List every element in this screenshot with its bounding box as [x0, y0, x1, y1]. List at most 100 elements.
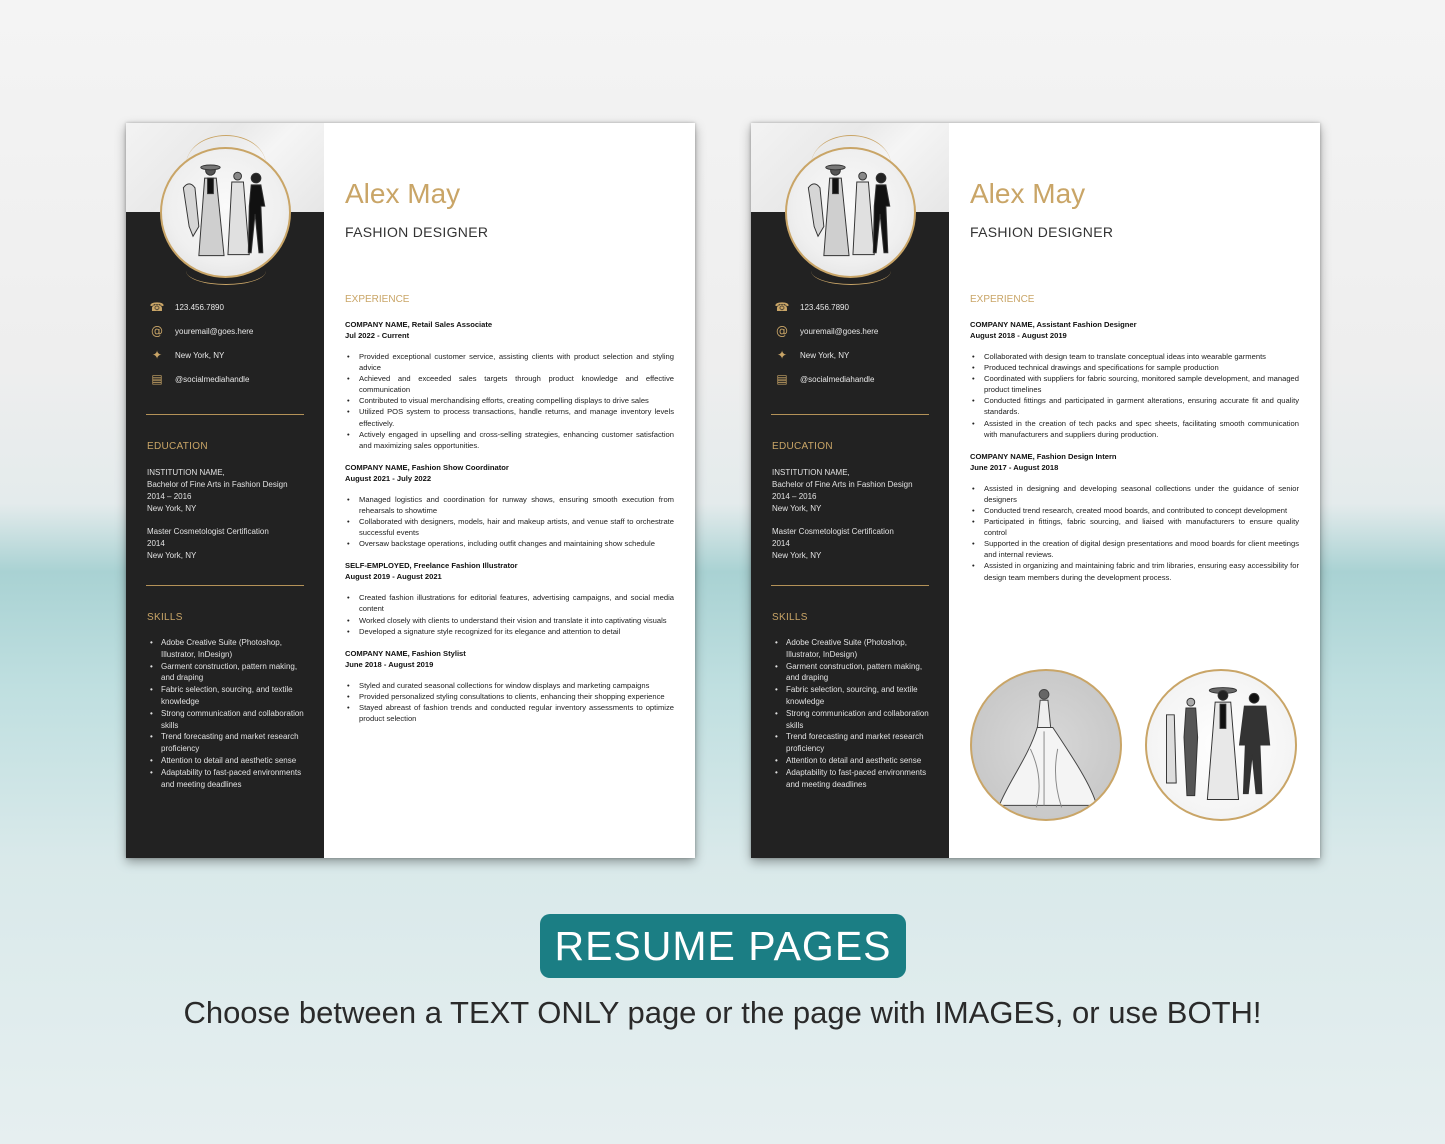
resume-page-text-only: ☎ 123.456.7890 @ youremail@goes.here ✦ N…: [126, 123, 695, 858]
skill-item: Fabric selection, sourcing, and textile …: [147, 684, 309, 708]
email-text: youremail@goes.here: [175, 326, 254, 336]
divider: [771, 585, 929, 586]
contact-list: ☎ 123.456.7890 @ youremail@goes.here ✦ N…: [773, 295, 933, 391]
group-sketch-icon: [807, 164, 891, 257]
contact-list: ☎ 123.456.7890 @ youremail@goes.here ✦ N…: [148, 295, 308, 391]
education-heading: EDUCATION: [147, 441, 208, 452]
education-line: Master Cosmetologist Certification: [772, 527, 894, 536]
phone-text: 123.456.7890: [175, 302, 224, 312]
decorative-arc-bottom: [811, 271, 891, 285]
job-bullets: Assisted in designing and developing sea…: [970, 483, 1299, 583]
job-entry: COMPANY NAME, Fashion Stylist June 2018 …: [345, 648, 674, 724]
education-entry: Master Cosmetologist Certification 2014 …: [147, 526, 317, 562]
job-dates: August 2021 - July 2022: [345, 473, 432, 483]
at-sign-icon: @: [151, 324, 163, 338]
skill-item: Strong communication and collaboration s…: [772, 708, 934, 732]
job-bullets: Provided exceptional customer service, a…: [345, 351, 674, 451]
contact-phone: ☎ 123.456.7890: [148, 295, 308, 319]
job-bullet: Coordinated with suppliers for fabric so…: [970, 373, 1299, 395]
job-bullet: Participated in fittings, fabric sourcin…: [970, 516, 1299, 538]
social-handle-text: @socialmediahandle: [800, 374, 875, 384]
candidate-name: Alex May: [345, 178, 461, 209]
job-bullet: Assisted in organizing and maintaining f…: [970, 560, 1299, 582]
divider: [146, 585, 304, 586]
resume-main-column: Alex May FASHION DESIGNER EXPERIENCE COM…: [949, 123, 1320, 858]
skill-item: Fabric selection, sourcing, and textile …: [772, 684, 934, 708]
job-dates: August 2018 - August 2019: [970, 331, 1067, 340]
education-line: New York, NY: [147, 504, 197, 513]
job-dates: June 2018 - August 2019: [345, 659, 434, 669]
skill-item: Attention to detail and aesthetic sense: [147, 755, 309, 767]
contact-phone: ☎ 123.456.7890: [773, 295, 933, 319]
fashion-sketch-portrait: [785, 147, 916, 278]
job-entry: SELF-EMPLOYED, Freelance Fashion Illustr…: [345, 560, 674, 636]
education-line: 2014 – 2016: [147, 492, 192, 501]
job-bullet: Created fashion illustrations for editor…: [345, 592, 674, 614]
education-entry: INSTITUTION NAME, Bachelor of Fine Arts …: [772, 467, 942, 515]
phone-icon: ☎: [774, 300, 790, 314]
message-icon: ▤: [776, 372, 788, 386]
job-entry: COMPANY NAME, Retail Sales Associate Jul…: [345, 319, 674, 451]
job-bullets: Collaborated with design team to transla…: [970, 351, 1299, 440]
job-entry: COMPANY NAME, Fashion Show Coordinator A…: [345, 462, 674, 550]
skill-item: Trend forecasting and market research pr…: [772, 731, 934, 755]
job-role: COMPANY NAME, Fashion Show Coordinator: [345, 462, 509, 472]
job-bullet: Utilized POS system to process transacti…: [345, 406, 674, 428]
social-handle-text: @socialmediahandle: [175, 374, 250, 384]
job-bullet: Styled and curated seasonal collections …: [345, 680, 674, 691]
job-bullet: Actively engaged in upselling and cross-…: [345, 429, 674, 451]
gown-figure-icon: [998, 689, 1098, 808]
skill-item: Adaptability to fast-paced environments …: [772, 767, 934, 791]
job-dates: Jul 2022 - Current: [345, 331, 410, 340]
runway-sketch-image: [1145, 669, 1297, 821]
contact-location: ✦ New York, NY: [773, 343, 933, 367]
job-bullets: Styled and curated seasonal collections …: [345, 680, 674, 724]
job-bullet: Oversaw backstage operations, including …: [345, 538, 674, 549]
resume-page-with-images: ☎ 123.456.7890 @ youremail@goes.here ✦ N…: [751, 123, 1320, 858]
experience-list: COMPANY NAME, Retail Sales Associate Jul…: [345, 319, 674, 735]
skill-item: Trend forecasting and market research pr…: [147, 731, 309, 755]
banner-label: RESUME PAGES: [554, 922, 892, 969]
message-icon: ▤: [151, 372, 163, 386]
phone-text: 123.456.7890: [800, 302, 849, 312]
experience-heading: EXPERIENCE: [345, 294, 410, 305]
job-bullets: Managed logistics and coordination for r…: [345, 494, 674, 550]
job-bullet: Conducted fittings and participated in g…: [970, 395, 1299, 417]
skills-heading: SKILLS: [147, 612, 183, 623]
education-line: 2014 – 2016: [772, 492, 817, 501]
job-bullet: Collaborated with designers, models, hai…: [345, 516, 674, 538]
candidate-name: Alex May: [970, 178, 1086, 209]
contact-email: @ youremail@goes.here: [773, 319, 933, 343]
candidate-title: FASHION DESIGNER: [970, 224, 1114, 240]
contact-social: ▤ @socialmediahandle: [773, 367, 933, 391]
divider: [146, 414, 304, 415]
experience-heading: EXPERIENCE: [970, 294, 1035, 305]
job-bullet: Developed a signature style recognized f…: [345, 626, 674, 637]
pushpin-icon: ✦: [151, 348, 163, 362]
education-entry: Master Cosmetologist Certification 2014 …: [772, 526, 942, 562]
decorative-arc-bottom: [186, 271, 266, 285]
divider: [771, 414, 929, 415]
runway-figures-icon: [1165, 687, 1271, 801]
contact-social: ▤ @socialmediahandle: [148, 367, 308, 391]
email-text: youremail@goes.here: [800, 326, 879, 336]
fashion-sketch-portrait: [160, 147, 291, 278]
job-bullet: Produced technical drawings and specific…: [970, 362, 1299, 373]
skill-item: Attention to detail and aesthetic sense: [772, 755, 934, 767]
education-line: Bachelor of Fine Arts in Fashion Design: [772, 480, 913, 489]
job-role: COMPANY NAME, Retail Sales Associate: [345, 320, 493, 329]
skills-list: Adobe Creative Suite (Photoshop, Illustr…: [147, 637, 309, 790]
phone-icon: ☎: [149, 300, 165, 314]
skill-item: Adobe Creative Suite (Photoshop, Illustr…: [147, 637, 309, 661]
resume-sidebar: ☎ 123.456.7890 @ youremail@goes.here ✦ N…: [126, 123, 324, 858]
education-line: Master Cosmetologist Certification: [147, 527, 269, 536]
job-role: COMPANY NAME, Assistant Fashion Designer: [970, 320, 1137, 329]
skill-item: Strong communication and collaboration s…: [147, 708, 309, 732]
education-line: INSTITUTION NAME,: [772, 468, 850, 477]
education-line: New York, NY: [147, 551, 197, 560]
education-entry: INSTITUTION NAME, Bachelor of Fine Arts …: [147, 467, 317, 515]
job-dates: August 2019 - August 2021: [345, 572, 442, 582]
job-bullet: Provided personalized styling consultati…: [345, 691, 674, 702]
job-bullet: Contributed to visual merchandising effo…: [345, 395, 674, 406]
job-role: SELF-EMPLOYED, Freelance Fashion Illustr…: [345, 561, 518, 571]
